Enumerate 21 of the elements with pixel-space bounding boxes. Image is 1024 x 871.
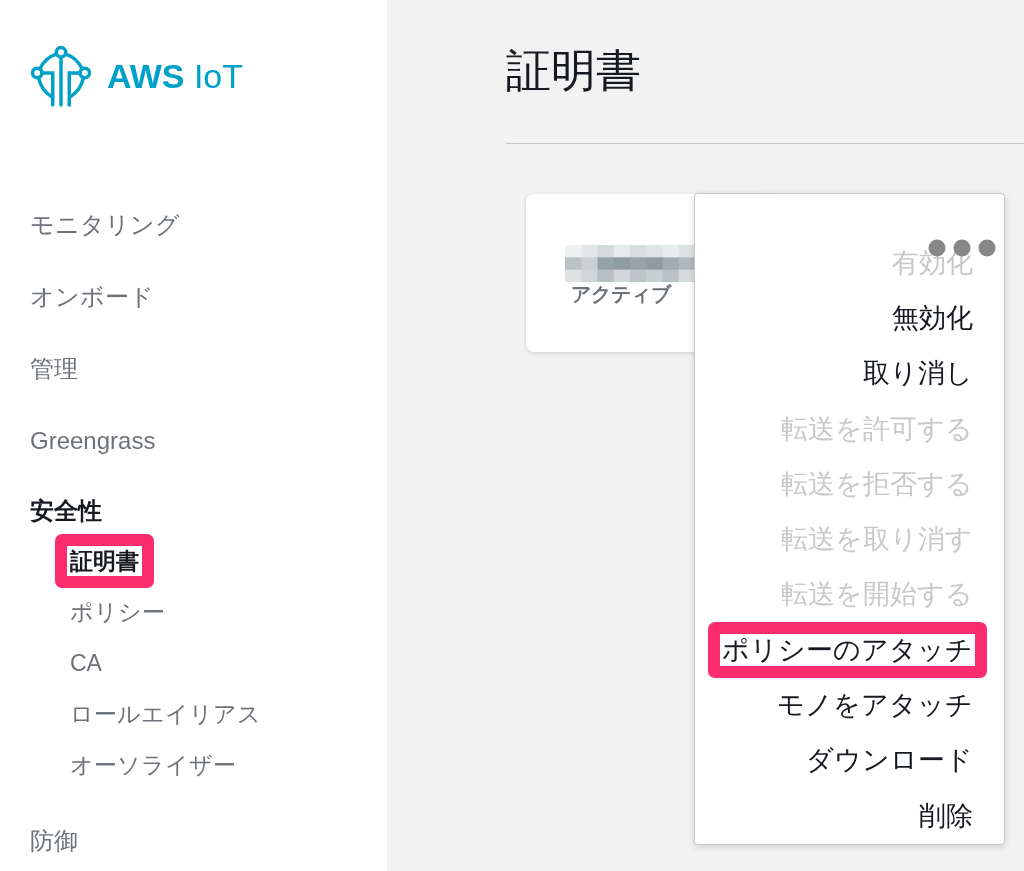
nav-subitem[interactable]: ロールエイリアス <box>70 698 261 729</box>
menu-item[interactable]: 削除 <box>919 799 973 832</box>
nav-item[interactable]: オンボード <box>30 282 154 312</box>
certificate-status: アクティブ <box>571 282 671 306</box>
nav-item[interactable]: 防御 <box>30 826 78 856</box>
nav-subitem[interactable]: CA <box>70 647 102 678</box>
menu-item[interactable]: ダウンロード <box>806 744 973 777</box>
nav-item[interactable]: 管理 <box>30 354 78 384</box>
logo-icon <box>30 45 92 107</box>
menu-item[interactable]: モノをアタッチ <box>777 689 973 721</box>
nav-item[interactable]: Greengrass <box>30 426 156 456</box>
nav-subitem[interactable]: オーソライザー <box>70 749 236 780</box>
menu-item[interactable]: ポリシーのアタッチ <box>722 633 973 666</box>
menu-item[interactable]: 無効化 <box>892 301 973 334</box>
nav-item[interactable]: 安全性 <box>30 496 102 526</box>
menu-item[interactable]: 取り消し <box>863 357 973 390</box>
page-title: 証明書 <box>506 45 642 97</box>
nav-subitem[interactable]: 証明書 <box>70 545 139 576</box>
nav-subitem[interactable]: ポリシー <box>70 596 165 627</box>
logo-text: AWS IoT <box>107 56 244 96</box>
nav-item[interactable]: モニタリング <box>30 210 180 240</box>
